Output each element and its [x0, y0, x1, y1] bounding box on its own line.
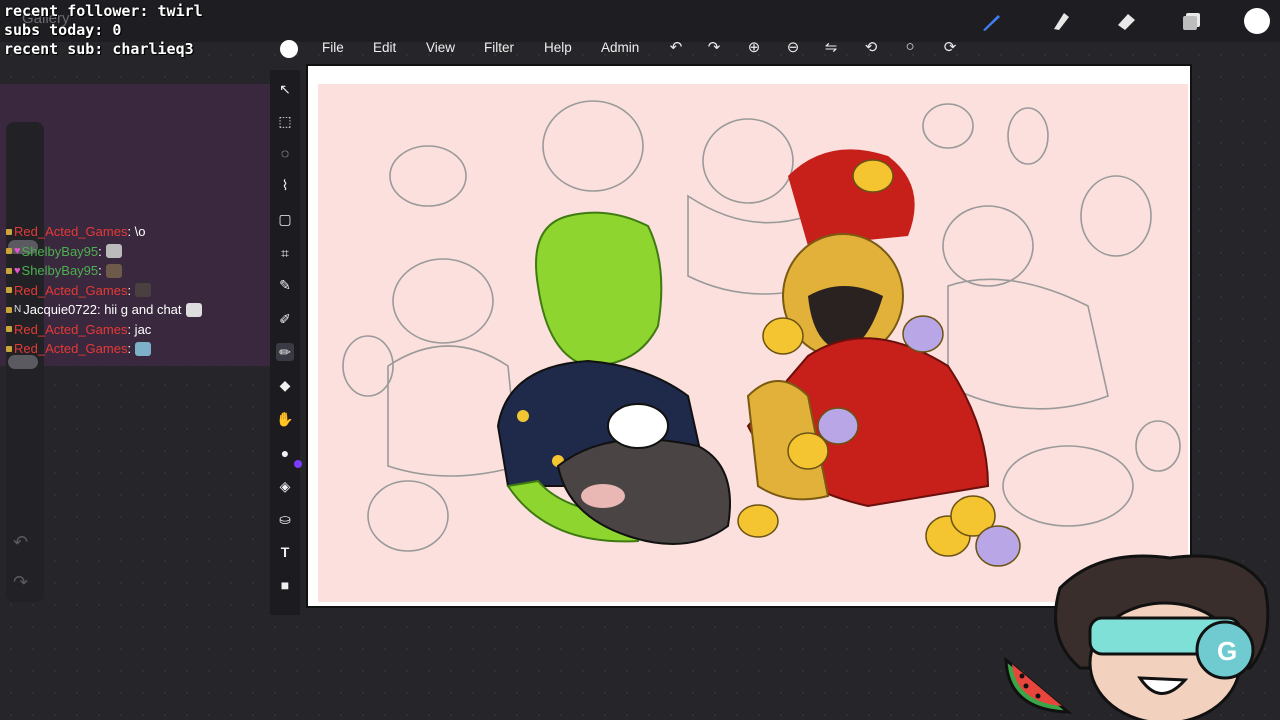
- active-color-dot-icon: [294, 460, 302, 468]
- recent-sub-text: recent sub: charlieq3: [4, 40, 194, 58]
- chat-text: :: [127, 341, 132, 357]
- dog-emote-icon: [105, 263, 122, 278]
- chat-username: Red_Acted_Games: [14, 321, 128, 337]
- chat-message: ♥ ShelbyBay95 :: [6, 242, 202, 262]
- color-swatch-icon[interactable]: [1244, 8, 1270, 34]
- chat-username: ShelbyBay95: [21, 243, 99, 259]
- layers-icon[interactable]: [1180, 9, 1204, 33]
- undo-side-icon[interactable]: ↶: [13, 532, 28, 553]
- rotate-icon[interactable]: ⟲: [861, 38, 881, 56]
- badge-icon: [6, 267, 12, 274]
- chat-text: :: [98, 243, 102, 259]
- menu-bar: File Edit View Filter Help Admin: [270, 34, 990, 62]
- heart-badge-icon: ♥: [14, 264, 21, 277]
- menu-filter[interactable]: Filter: [484, 40, 514, 55]
- badge-icon: [6, 248, 12, 255]
- menu-view[interactable]: View: [426, 40, 455, 55]
- chat-text: :: [98, 263, 102, 279]
- chat-text: :: [127, 282, 132, 298]
- dog-emote-icon: [135, 283, 152, 298]
- selection-arrow-icon[interactable]: ↖: [276, 80, 294, 98]
- chat-message: Red_Acted_Games :: [6, 281, 202, 301]
- transform-icon[interactable]: ▢: [276, 210, 294, 228]
- chat-message: ♥ ShelbyBay95 :: [6, 261, 202, 281]
- chat-message: N Jacquie0722 : hii g and chat: [6, 300, 202, 320]
- symmetry-icon[interactable]: ⟳: [940, 38, 960, 56]
- badge-icon: [6, 345, 12, 352]
- menu-help[interactable]: Help: [544, 40, 572, 55]
- chat-username: Jacquie0722: [23, 302, 97, 318]
- lasso-icon[interactable]: ⌇: [276, 176, 294, 194]
- zoom-out-icon[interactable]: ⊖: [783, 38, 803, 56]
- recent-follower-text: recent follower: twirl: [4, 2, 203, 20]
- brush-icon[interactable]: [980, 9, 1004, 33]
- menu-edit[interactable]: Edit: [373, 40, 396, 55]
- zoom-in-icon[interactable]: ⊕: [744, 38, 764, 56]
- chat-message: Red_Acted_Games :: [6, 339, 202, 359]
- menu-file[interactable]: File: [322, 40, 344, 55]
- flip-icon[interactable]: ⇋: [821, 38, 841, 56]
- badge-icon: [6, 228, 12, 235]
- color-blob-icon[interactable]: ●: [276, 444, 294, 462]
- crop-icon[interactable]: ⌗: [276, 244, 294, 262]
- badge-icon: [6, 287, 12, 294]
- cat-emote-icon: [185, 302, 202, 317]
- fill-icon[interactable]: ◈: [276, 477, 294, 495]
- artwork-illustration: [342, 100, 1181, 567]
- cat-emote-icon: [105, 244, 122, 259]
- stream-overlay-stats: recent follower: twirl subs today: 0 rec…: [4, 2, 203, 59]
- svg-text:G: G: [1217, 636, 1237, 666]
- fish-emote-icon: [135, 341, 152, 356]
- square-icon[interactable]: ■: [276, 576, 294, 594]
- streamer-avatar: G: [1054, 554, 1270, 720]
- chat-messages: Red_Acted_Games : \o ♥ ShelbyBay95 : ♥ S…: [6, 222, 202, 359]
- undo-icon[interactable]: ↶: [666, 38, 686, 56]
- chat-text: : jac: [127, 321, 152, 337]
- smudge-icon[interactable]: ✋: [276, 410, 294, 428]
- chat-username: Red_Acted_Games: [14, 224, 128, 240]
- chat-username: ShelbyBay95: [21, 263, 99, 279]
- circle-icon[interactable]: ○: [900, 38, 920, 55]
- heart-badge-icon: ♥: [14, 245, 21, 258]
- brush-icon[interactable]: ✏: [276, 343, 294, 361]
- text-icon[interactable]: T: [276, 543, 294, 561]
- menu-admin[interactable]: Admin: [601, 40, 639, 55]
- smudge-icon[interactable]: [1048, 9, 1072, 33]
- chat-message: Red_Acted_Games : jac: [6, 320, 202, 340]
- eraser-icon[interactable]: [1114, 9, 1138, 33]
- subs-today-text: subs today: 0: [4, 21, 122, 39]
- redo-icon[interactable]: ↷: [704, 38, 724, 56]
- chat-text: : \o: [127, 224, 146, 240]
- chat-username: Red_Acted_Games: [14, 341, 128, 357]
- chat-username: Red_Acted_Games: [14, 282, 128, 298]
- badge-icon: [6, 306, 12, 313]
- badge-icon: [6, 326, 12, 333]
- chat-message: Red_Acted_Games : \o: [6, 222, 202, 242]
- pen-icon[interactable]: ✐: [276, 310, 294, 328]
- stamp-icon[interactable]: ⛀: [276, 510, 294, 528]
- chat-text: : hii g and chat: [96, 302, 182, 318]
- mod-badge-icon: N: [14, 304, 22, 316]
- lasso-circle-icon[interactable]: ◌: [276, 144, 294, 162]
- redo-side-icon[interactable]: ↷: [13, 572, 28, 593]
- eyedropper-icon[interactable]: ✎: [276, 276, 294, 294]
- rect-select-icon[interactable]: ⬚: [276, 112, 294, 130]
- eraser-icon[interactable]: ◆: [276, 376, 294, 394]
- tool-sidebar: ↖ ⬚ ◌ ⌇ ▢ ⌗ ✎ ✐ ✏ ◆ ✋ ● ◈ ⛀ T ■: [270, 70, 302, 615]
